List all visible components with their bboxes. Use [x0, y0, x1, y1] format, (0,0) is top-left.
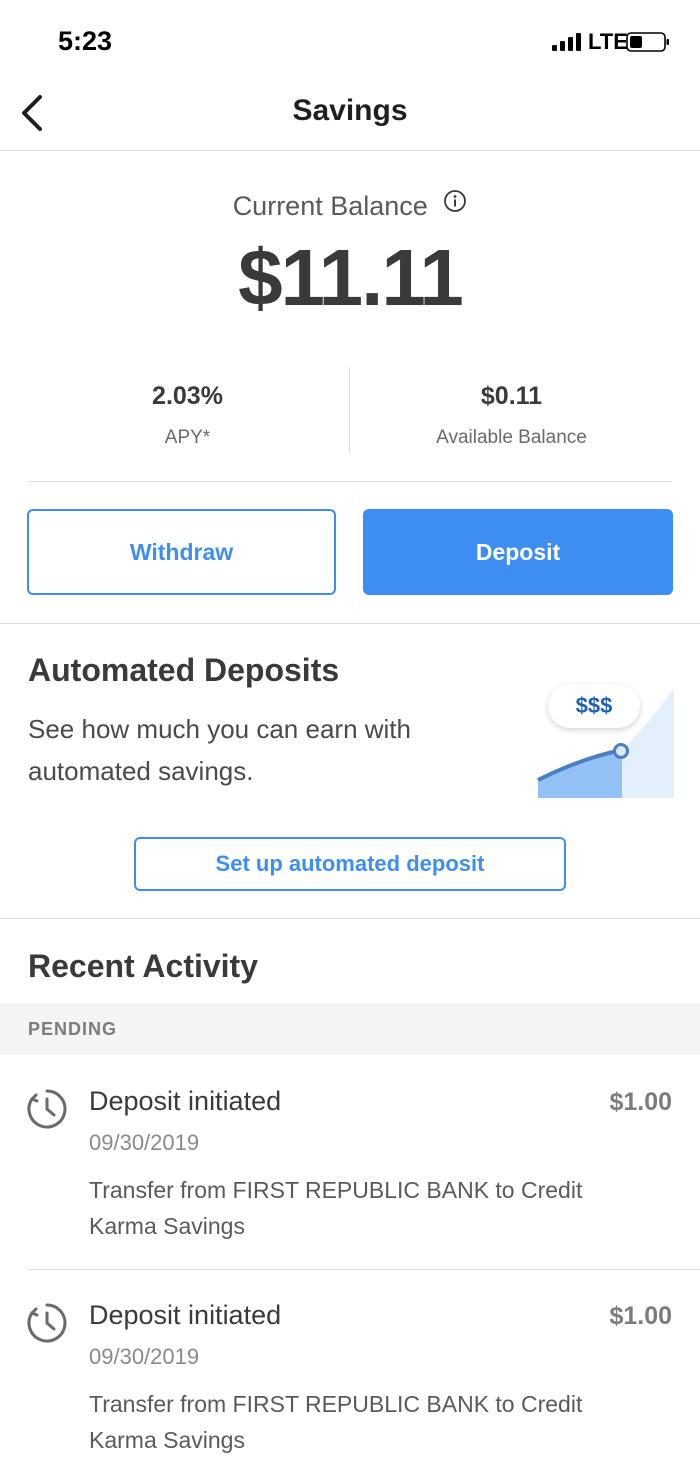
activity-amount: $1.00: [609, 1302, 672, 1330]
deposit-button[interactable]: Deposit: [363, 509, 673, 595]
activity-date: 09/30/2019: [89, 1130, 200, 1155]
withdraw-button[interactable]: Withdraw: [27, 509, 336, 595]
balance-label: Current Balance: [232, 191, 428, 222]
status-bar: 5:23 LTE: [0, 0, 700, 80]
activity-description: Transfer from FIRST REPUBLIC BANK to Cre…: [89, 1391, 583, 1453]
page-title: Savings: [292, 94, 408, 127]
pending-section-header: PENDING: [0, 1003, 700, 1055]
pending-clock-icon: [27, 1089, 67, 1129]
available-balance-stat: $0.11 Available Balance: [337, 382, 686, 449]
status-time: 5:23: [58, 26, 113, 56]
activity-description: Transfer from FIRST REPUBLIC BANK to Cre…: [89, 1177, 583, 1239]
balance-amount: $11.11: [238, 233, 464, 322]
navigation-bar: Savings: [0, 80, 700, 151]
network-type: LTE: [588, 29, 628, 54]
section-divider: [0, 623, 700, 624]
activity-item[interactable]: Deposit initiated $1.00 09/30/2019 Trans…: [0, 1086, 700, 1256]
apy-label: APY*: [164, 427, 211, 448]
activity-title: Deposit initiated: [89, 1086, 282, 1116]
divider: [28, 1269, 700, 1270]
activity-title: Deposit initiated: [89, 1300, 282, 1330]
section-divider: [0, 918, 700, 919]
activity-item[interactable]: Deposit initiated $1.00 09/30/2019 Trans…: [0, 1300, 700, 1470]
cellular-signal-icon: [552, 33, 581, 51]
automated-deposits-description: See how much you can earn with automated…: [28, 714, 411, 786]
apy-value: 2.03%: [152, 382, 223, 410]
setup-automated-deposit-button[interactable]: Set up automated deposit: [134, 837, 566, 891]
available-balance-value: $0.11: [480, 382, 543, 410]
available-balance-label: Available Balance: [436, 427, 587, 448]
recent-activity-title: Recent Activity: [28, 948, 258, 984]
battery-icon: [626, 32, 669, 52]
growth-chart-illustration: $$$: [532, 680, 674, 798]
balance-label-row: Current Balance: [0, 189, 700, 222]
info-icon[interactable]: [443, 189, 467, 213]
automated-deposits-title: Automated Deposits: [28, 652, 340, 688]
activity-amount: $1.00: [609, 1088, 672, 1116]
pending-clock-icon: [27, 1303, 67, 1343]
pending-label: PENDING: [28, 1019, 118, 1039]
activity-date: 09/30/2019: [89, 1344, 200, 1369]
apy-stat: 2.03% APY*: [13, 382, 362, 449]
money-bubble: $$$: [548, 684, 640, 728]
divider: [28, 481, 672, 482]
